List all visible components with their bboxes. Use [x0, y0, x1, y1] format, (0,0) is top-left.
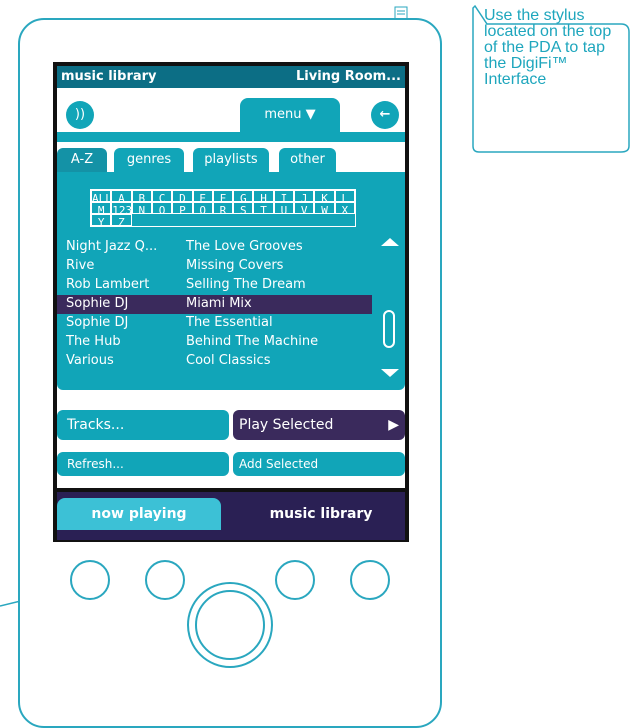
- letter-q[interactable]: Q: [192, 202, 213, 214]
- zone-name[interactable]: Living Room...: [296, 69, 401, 84]
- menu-label: menu: [264, 107, 302, 122]
- letter-v[interactable]: V: [294, 202, 315, 214]
- list-item[interactable]: The Hub Behind The Machine: [57, 333, 372, 352]
- letter-o[interactable]: O: [151, 202, 173, 214]
- letter-n[interactable]: N: [131, 202, 152, 214]
- tab-genres[interactable]: genres: [114, 148, 184, 172]
- callout-text: Use the stylus located on the top of the…: [484, 7, 612, 88]
- letter-u[interactable]: U: [273, 202, 295, 214]
- letter-w[interactable]: W: [314, 202, 335, 214]
- artist-name: Sophie DJ: [66, 315, 129, 330]
- letter-s[interactable]: S: [233, 202, 254, 214]
- app-title: music library: [61, 69, 157, 84]
- now-playing-tab[interactable]: now playing: [57, 498, 221, 530]
- artist-name: Rob Lambert: [66, 277, 150, 292]
- artist-name: Rive: [66, 258, 95, 273]
- tab-playlists[interactable]: playlists: [193, 148, 269, 172]
- letter-r[interactable]: R: [212, 202, 234, 214]
- letter-c[interactable]: C: [151, 190, 173, 202]
- album-name: Cool Classics: [186, 353, 271, 368]
- letter-t[interactable]: T: [253, 202, 274, 214]
- album-name: Selling The Dream: [186, 277, 306, 292]
- play-selected-button[interactable]: Play Selected ▶: [233, 410, 405, 440]
- letter-k[interactable]: K: [314, 190, 335, 202]
- hardware-button-3[interactable]: [275, 560, 315, 600]
- letter-m[interactable]: M: [91, 202, 112, 214]
- album-name: The Love Grooves: [186, 239, 303, 254]
- list-item[interactable]: Night Jazz Q... The Love Grooves: [57, 238, 372, 257]
- hardware-button-4[interactable]: [350, 560, 390, 600]
- artist-name: Night Jazz Q...: [66, 239, 158, 254]
- tracks-button[interactable]: Tracks...: [57, 410, 229, 440]
- navigation-pad-inner[interactable]: [195, 590, 265, 660]
- tab-other[interactable]: other: [279, 148, 336, 172]
- back-button[interactable]: ←: [371, 101, 399, 129]
- volume-icon: )): [74, 107, 86, 122]
- back-arrow-icon: ←: [379, 107, 391, 122]
- letter-h[interactable]: H: [253, 190, 274, 202]
- list-item-selected[interactable]: Sophie DJ Miami Mix: [57, 295, 372, 314]
- letter-all[interactable]: ALL: [91, 190, 112, 202]
- add-selected-button[interactable]: Add Selected: [233, 452, 405, 476]
- volume-button[interactable]: )): [66, 101, 94, 129]
- list-item[interactable]: Rive Missing Covers: [57, 257, 372, 276]
- hardware-button-1[interactable]: [70, 560, 110, 600]
- play-selected-label: Play Selected: [239, 417, 334, 433]
- letter-123[interactable]: 123: [111, 202, 132, 214]
- album-name: Miami Mix: [186, 296, 252, 311]
- menu-underline: [57, 132, 405, 142]
- refresh-button[interactable]: Refresh...: [57, 452, 229, 476]
- album-name: Missing Covers: [186, 258, 284, 273]
- letter-j[interactable]: J: [294, 190, 315, 202]
- list-item[interactable]: Various Cool Classics: [57, 352, 372, 371]
- letter-b[interactable]: B: [131, 190, 152, 202]
- scroll-down-icon[interactable]: [381, 369, 399, 377]
- tab-a-z[interactable]: A-Z: [57, 148, 107, 172]
- artist-name: Various: [66, 353, 114, 368]
- alphabet-grid: ALL A B C D E F G H I J K L M 123 N O P …: [90, 189, 356, 227]
- scrollbar-thumb[interactable]: [383, 310, 395, 348]
- album-name: Behind The Machine: [186, 334, 319, 349]
- letter-d[interactable]: D: [172, 190, 193, 202]
- letter-y[interactable]: Y: [91, 214, 112, 226]
- scroll-up-icon[interactable]: [381, 238, 399, 246]
- letter-i[interactable]: I: [273, 190, 295, 202]
- play-icon: ▶: [388, 417, 399, 433]
- letter-p[interactable]: P: [172, 202, 193, 214]
- letter-f[interactable]: F: [212, 190, 234, 202]
- letter-x[interactable]: X: [334, 202, 355, 214]
- letter-a[interactable]: A: [111, 190, 132, 202]
- menu-button[interactable]: menu ▼: [240, 98, 340, 132]
- title-bar: music library Living Room...: [57, 66, 405, 88]
- album-name: The Essential: [186, 315, 273, 330]
- list-item[interactable]: Sophie DJ The Essential: [57, 314, 372, 333]
- artist-name: The Hub: [66, 334, 121, 349]
- chevron-down-icon: ▼: [305, 107, 316, 122]
- hardware-button-2[interactable]: [145, 560, 185, 600]
- letter-e[interactable]: E: [192, 190, 213, 202]
- list-item[interactable]: Rob Lambert Selling The Dream: [57, 276, 372, 295]
- letter-z[interactable]: Z: [111, 214, 132, 226]
- letter-l[interactable]: L: [334, 190, 355, 202]
- artist-name: Sophie DJ: [66, 296, 129, 311]
- music-library-tab[interactable]: music library: [237, 498, 405, 530]
- letter-g[interactable]: G: [233, 190, 254, 202]
